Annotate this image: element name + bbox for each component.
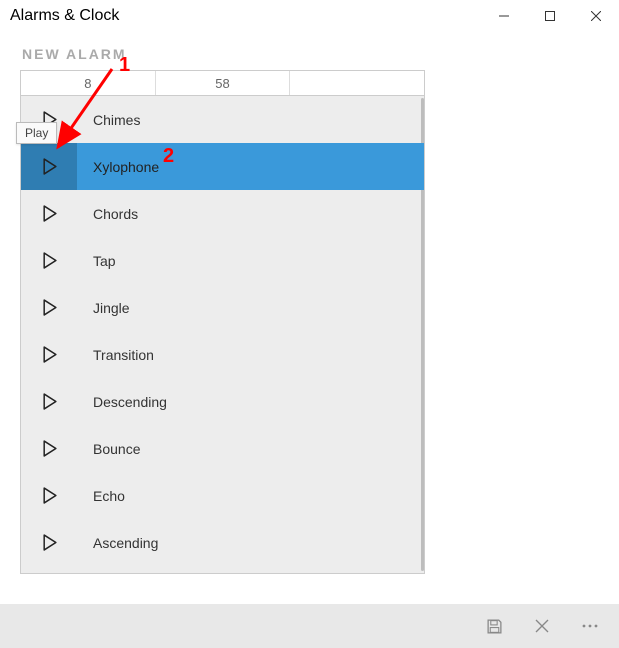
sound-label: Ascending: [93, 535, 158, 551]
time-picker[interactable]: 8 58: [20, 70, 425, 96]
sound-label: Xylophone: [93, 159, 159, 175]
play-icon: [41, 205, 58, 222]
minimize-icon: [499, 11, 509, 21]
page-title: NEW ALARM: [22, 46, 425, 62]
cancel-button[interactable]: [519, 604, 565, 648]
play-icon: [41, 346, 58, 363]
sound-label: Bounce: [93, 441, 140, 457]
sound-label: Echo: [93, 488, 125, 504]
sound-item[interactable]: Tap: [21, 237, 424, 284]
play-icon: [41, 299, 58, 316]
sound-item[interactable]: Descending: [21, 378, 424, 425]
sound-label: Jingle: [93, 300, 130, 316]
sound-list: Chimes Xylophone Chords Tap Jingle Transition…: [20, 96, 425, 574]
sound-item[interactable]: Chords: [21, 190, 424, 237]
window-title: Alarms & Clock: [10, 7, 119, 25]
play-button[interactable]: [21, 519, 77, 566]
play-button[interactable]: [21, 190, 77, 237]
play-icon: [41, 393, 58, 410]
more-button[interactable]: [567, 604, 613, 648]
time-minute[interactable]: 58: [156, 71, 291, 95]
play-button[interactable]: [21, 425, 77, 472]
play-button[interactable]: [21, 472, 77, 519]
play-icon: [41, 252, 58, 269]
play-button[interactable]: [21, 378, 77, 425]
sound-label: Tap: [93, 253, 116, 269]
close-icon: [591, 11, 601, 21]
titlebar: Alarms & Clock: [0, 0, 619, 32]
play-button[interactable]: [21, 143, 77, 190]
cancel-icon: [535, 619, 549, 633]
save-icon: [486, 618, 503, 635]
window-controls: [481, 0, 619, 32]
play-button[interactable]: [21, 331, 77, 378]
command-bar: [0, 604, 619, 648]
play-tooltip: Play: [16, 122, 57, 144]
time-ampm[interactable]: [290, 71, 424, 95]
play-icon: [41, 158, 58, 175]
sound-item[interactable]: Bounce: [21, 425, 424, 472]
sound-label: Descending: [93, 394, 167, 410]
play-button[interactable]: [21, 237, 77, 284]
more-icon: [581, 623, 599, 629]
maximize-icon: [545, 11, 555, 21]
sound-item[interactable]: Transition: [21, 331, 424, 378]
play-icon: [41, 487, 58, 504]
sound-item[interactable]: Ascending: [21, 519, 424, 566]
sound-label: Chimes: [93, 112, 140, 128]
save-button[interactable]: [471, 604, 517, 648]
play-icon: [41, 440, 58, 457]
sound-item[interactable]: Echo: [21, 472, 424, 519]
sound-label: Transition: [93, 347, 154, 363]
close-window-button[interactable]: [573, 0, 619, 32]
play-button[interactable]: [21, 284, 77, 331]
minimize-button[interactable]: [481, 0, 527, 32]
sound-item[interactable]: Xylophone: [21, 143, 424, 190]
maximize-button[interactable]: [527, 0, 573, 32]
time-hour[interactable]: 8: [21, 71, 156, 95]
play-icon: [41, 534, 58, 551]
sound-item[interactable]: Jingle: [21, 284, 424, 331]
content-area: NEW ALARM 8 58 Chimes Xylophone Chords Tap J…: [0, 32, 445, 574]
sound-item[interactable]: Chimes: [21, 96, 424, 143]
sound-label: Chords: [93, 206, 138, 222]
